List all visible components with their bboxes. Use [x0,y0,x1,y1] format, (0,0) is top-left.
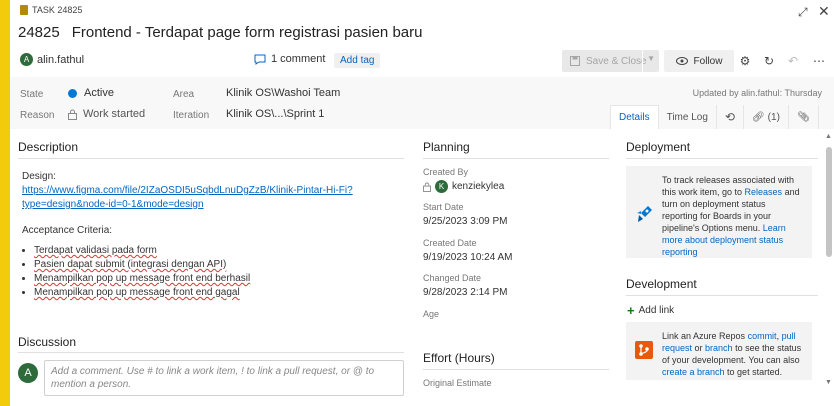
comment-input[interactable]: Add a comment. Use # to link a work item… [44,360,404,396]
page-title[interactable]: 24825 Frontend - Terdapat page form regis… [18,24,422,41]
gear-icon[interactable]: ⚙ [734,50,756,72]
close-icon[interactable]: ✕ [818,3,830,20]
divider [423,369,609,370]
paperclip-icon: 📎︎ [797,111,810,123]
description-heading: Description [18,140,79,154]
acceptance-criteria-list: Terdapat validasi pada form Pasien dapat… [0,244,402,300]
save-icon [570,56,580,66]
iteration-field[interactable]: Klinik OS\...\Sprint 1 [226,108,324,120]
list-item: Menampilkan pop up message front end gag… [34,286,402,300]
state-label: State [20,89,44,100]
planning-heading: Planning [423,140,470,154]
scrollbar-thumb[interactable] [826,147,832,257]
state-dot-icon [68,88,77,98]
commit-link[interactable]: commit [748,331,777,341]
add-tag-button[interactable]: Add tag [334,53,381,68]
area-field[interactable]: Klinik OS\Washoi Team [226,87,340,99]
age-label: Age [423,309,440,319]
task-icon [20,5,28,15]
create-branch-link[interactable]: create a branch [662,367,725,377]
follow-button[interactable]: Follow [664,50,734,72]
iteration-label: Iteration [173,110,210,121]
avatar: A [20,53,33,66]
created-by-field: K kenziekylea [423,180,504,193]
list-item: Terdapat validasi pada form [34,244,402,258]
updated-by-text: Updated by alin.fathul: Thursday [692,88,822,98]
assigned-to[interactable]: A alin.fathul [20,53,84,66]
comment-icon [254,54,266,65]
development-info: Link an Azure Repos commit, pull request… [626,322,812,380]
work-item-title[interactable]: Frontend - Terdapat page form registrasi… [72,24,423,41]
divider [18,158,404,159]
description-editor[interactable]: Design: https://www.figma.com/file/2IZaO… [22,170,402,300]
link-icon: 🔗︎ [751,111,765,123]
deployment-info: To track releases associated with this w… [626,166,812,258]
add-link-button[interactable]: + Add link [627,303,674,318]
assigned-to-name: alin.fathul [37,53,85,66]
scrollbar[interactable]: ▲ ▼ [824,131,834,406]
discussion-heading: Discussion [18,335,77,349]
more-actions-icon[interactable]: ⋯ [808,50,830,72]
work-item-type-color-bar [0,0,10,406]
reason-field[interactable]: Work started [68,108,145,120]
area-label: Area [173,89,195,100]
tab-details[interactable]: Details [610,105,659,129]
divider [18,352,404,353]
comments-link[interactable]: 1 comment [254,53,325,65]
deployment-heading: Deployment [626,140,691,154]
tab-bar: Details Time Log ⟲ 🔗︎ (1) 📎︎ [610,105,819,129]
created-date-label: Created Date [423,238,477,248]
chevron-down-icon[interactable]: ▼ [647,54,655,63]
branch-link[interactable]: branch [705,343,733,353]
rocket-icon [637,206,652,222]
divider [626,295,818,296]
undo-icon[interactable]: ↶ [782,50,804,72]
tab-links[interactable]: 🔗︎ (1) [743,105,789,129]
tab-attachments[interactable]: 📎︎ [788,105,819,129]
changed-date-field: 9/28/2023 2:14 PM [423,287,508,298]
figma-link[interactable]: https://www.figma.com/file/2IZaOSDI5uSqb… [22,185,353,196]
releases-link[interactable]: Releases [745,187,783,197]
reason-label: Reason [20,110,55,121]
refresh-icon[interactable]: ↻ [758,50,780,72]
original-estimate-label: Original Estimate [423,378,492,388]
start-date-field[interactable]: 9/25/2023 3:09 PM [423,216,508,227]
plus-icon: + [627,303,635,318]
save-close-button[interactable]: Save & Close ▼ [562,50,659,72]
effort-heading: Effort (Hours) [423,351,495,365]
start-date-label: Start Date [423,202,464,212]
lock-icon [423,182,431,192]
work-item-type-label: TASK 24825 [20,5,82,15]
figma-link-continued[interactable]: type=design&node-id=0-1&mode=design [22,199,204,210]
lock-icon [68,109,77,120]
changed-date-label: Changed Date [423,273,482,283]
scroll-up-icon[interactable]: ▲ [825,133,832,140]
tab-time-log[interactable]: Time Log [658,105,717,129]
divider [626,158,818,159]
list-item: Menampilkan pop up message front end ber… [34,272,402,286]
scroll-down-icon[interactable]: ▼ [825,379,832,386]
work-item-id: 24825 [18,24,60,41]
avatar: K [435,180,448,193]
tab-history[interactable]: ⟲ [716,105,744,129]
history-icon: ⟲ [724,110,735,124]
state-field[interactable]: Active [68,87,114,99]
development-heading: Development [626,277,697,291]
repos-icon [635,341,653,359]
avatar: A [18,363,38,383]
divider [423,158,609,159]
created-date-field: 9/19/2023 10:24 AM [423,252,513,263]
expand-icon[interactable]: ⤢ [798,5,808,20]
eye-icon [675,57,688,65]
list-item: Pasien dapat submit (integrasi dengan AP… [34,258,402,272]
created-by-label: Created By [423,167,469,177]
